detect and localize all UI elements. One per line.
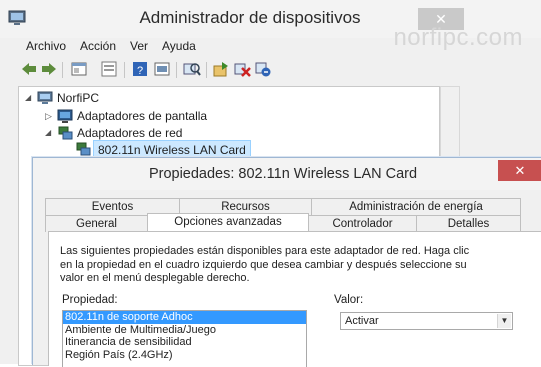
collapse-arrow-icon[interactable]: ◢ <box>45 124 51 142</box>
menu-archivo[interactable]: Archivo <box>26 39 66 53</box>
menu-ayuda[interactable]: Ayuda <box>162 39 196 53</box>
toolbar-separator <box>124 62 125 78</box>
show-hidden-icon[interactable] <box>100 60 118 78</box>
tab-administracion-energia[interactable]: Administración de energía <box>311 198 521 215</box>
toolbar-separator <box>176 62 177 78</box>
chevron-down-icon[interactable]: ▼ <box>497 314 511 328</box>
properties-dialog: Propiedades: 802.11n Wireless LAN Card ✕… <box>32 157 541 367</box>
disable-icon[interactable] <box>254 60 272 78</box>
properties-title: Propiedades: 802.11n Wireless LAN Card <box>148 166 418 182</box>
expand-arrow-icon[interactable]: ▷ <box>45 107 52 125</box>
properties-titlebar: Propiedades: 802.11n Wireless LAN Card ✕ <box>33 158 541 190</box>
toolbar-separator <box>206 62 207 78</box>
toolbar: ? <box>0 58 541 82</box>
tree-root-label: NorfiPC <box>57 91 100 105</box>
network-adapter-icon <box>57 125 73 146</box>
advanced-options-panel: Las siguientes propiedades están disponi… <box>48 231 541 367</box>
forward-arrow-icon[interactable] <box>40 60 58 78</box>
properties-close-button[interactable]: ✕ <box>498 160 541 181</box>
menu-ver[interactable]: Ver <box>130 39 148 53</box>
list-item[interactable]: 802.11n de soporte Adhoc <box>63 311 306 324</box>
property-listbox[interactable]: 802.11n de soporte Adhoc Ambiente de Mul… <box>62 310 307 367</box>
menu-bar: Archivo Acción Ver Ayuda <box>0 38 541 56</box>
help-icon[interactable]: ? <box>131 60 149 78</box>
back-arrow-icon[interactable] <box>20 60 38 78</box>
value-label: Valor: <box>334 294 364 306</box>
uninstall-icon[interactable] <box>233 60 251 78</box>
list-item[interactable]: Itinerancia de sensibilidad <box>63 336 306 349</box>
list-item[interactable]: Región País (2.4GHz) <box>63 349 306 362</box>
value-dropdown[interactable]: Activar ▼ <box>340 312 513 330</box>
svg-text:?: ? <box>137 65 143 77</box>
tab-general[interactable]: General <box>45 215 148 232</box>
tab-detalles[interactable]: Detalles <box>416 215 521 232</box>
device-icon[interactable] <box>153 60 171 78</box>
scan-icon[interactable] <box>183 60 201 78</box>
value-dropdown-text: Activar <box>345 315 379 327</box>
description-text: Las siguientes propiedades están disponi… <box>60 245 470 284</box>
menu-accion[interactable]: Acción <box>80 39 116 53</box>
toolbar-separator <box>62 62 63 78</box>
tab-controlador[interactable]: Controlador <box>308 215 417 232</box>
collapse-arrow-icon[interactable]: ◢ <box>25 89 31 107</box>
tree-item-label: Adaptadores de pantalla <box>77 109 208 123</box>
update-driver-icon[interactable] <box>212 60 230 78</box>
properties-icon[interactable] <box>70 60 88 78</box>
property-label: Propiedad: <box>62 294 118 306</box>
list-item[interactable]: Ambiente de Multimedia/Juego <box>63 324 306 337</box>
tab-opciones-avanzadas[interactable]: Opciones avanzadas <box>147 213 309 231</box>
